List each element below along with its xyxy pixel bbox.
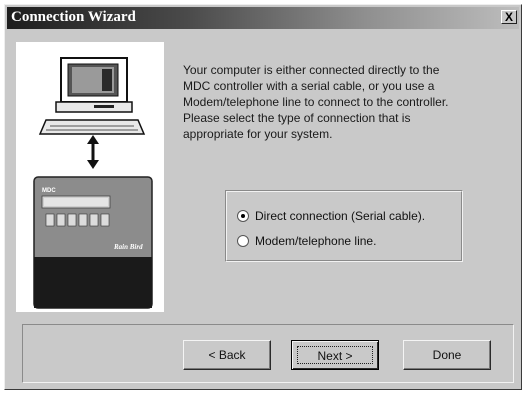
connection-wizard-window: Connection Wizard X MDC Rain Bird Your c…: [4, 4, 522, 390]
radio-button-checked-icon[interactable]: [237, 210, 249, 222]
computer-controller-illustration: MDC Rain Bird: [33, 57, 153, 309]
title-bar[interactable]: Connection Wizard X: [7, 7, 519, 29]
radio-button-unchecked-icon[interactable]: [237, 235, 249, 247]
radio-label-modem: Modem/telephone line.: [255, 234, 377, 248]
connection-illustration: MDC Rain Bird: [16, 42, 164, 312]
radio-direct-connection[interactable]: Direct connection (Serial cable).: [237, 208, 425, 224]
radio-modem-connection[interactable]: Modem/telephone line.: [237, 233, 376, 249]
keyboard-icon: [38, 119, 146, 135]
close-button[interactable]: X: [501, 10, 517, 24]
window-title: Connection Wizard: [11, 9, 136, 25]
done-button-label: Done: [432, 348, 462, 362]
connection-description: Your computer is either connected direct…: [183, 62, 503, 142]
connection-type-group: Direct connection (Serial cable). Modem/…: [225, 190, 463, 262]
description-line: Modem/telephone line to connect to the c…: [183, 95, 449, 109]
wizard-button-panel: < Back Next > Done: [22, 324, 514, 383]
description-line: Your computer is either connected direct…: [183, 63, 440, 77]
controller-label: MDC: [42, 188, 56, 194]
brand-logo: Rain Bird: [113, 243, 143, 251]
description-line: appropriate for your system.: [183, 127, 333, 141]
back-button-label: < Back: [208, 348, 246, 362]
next-button[interactable]: Next >: [291, 340, 379, 370]
back-button[interactable]: < Back: [183, 340, 271, 370]
description-line: MDC controller with a serial cable, or y…: [183, 79, 435, 93]
description-line: Please select the type of connection tha…: [183, 111, 411, 125]
next-button-label: Next >: [297, 346, 373, 364]
done-button[interactable]: Done: [403, 340, 491, 370]
radio-label-direct: Direct connection (Serial cable).: [255, 209, 426, 223]
